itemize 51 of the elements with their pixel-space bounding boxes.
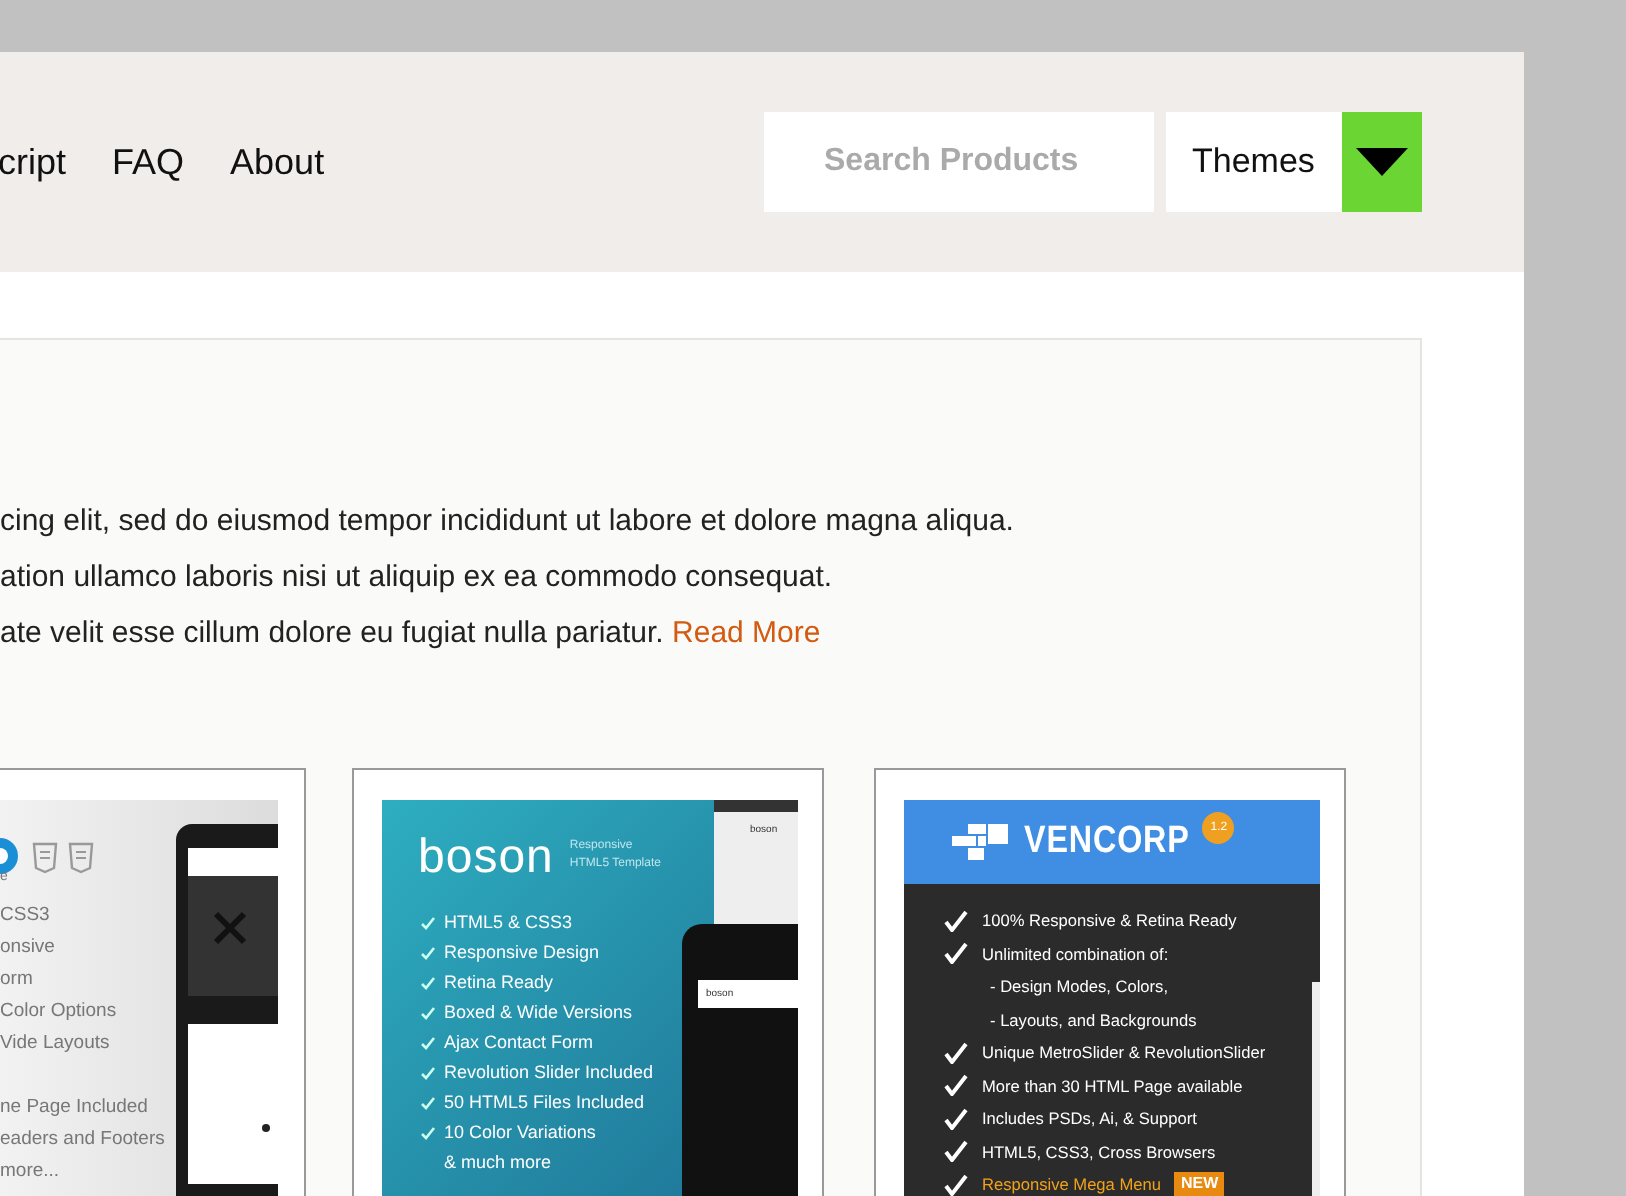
feature-text: HTML5, CSS3, Cross Browsers <box>982 1139 1216 1165</box>
check-icon <box>944 1140 968 1163</box>
feature-text: eaders and Footers <box>0 1126 167 1154</box>
feature-text: onsive <box>0 934 57 962</box>
feature-text: CSS3 <box>0 902 52 930</box>
feature-text: More than 30 HTML Page available <box>982 1073 1243 1100</box>
intro-text: cing elit, sed do eiusmod tempor incididunt ut labore et dolore magna aliqua. <box>0 502 1016 542</box>
feature-text: Revolution Slider Included <box>444 1060 654 1086</box>
check-icon <box>944 942 968 965</box>
feature-text: 100% Responsive & Retina Ready <box>982 908 1237 934</box>
feature-text: Unique MetroSlider & RevolutionSlider <box>982 1040 1266 1066</box>
check-icon <box>944 1173 968 1196</box>
product-card[interactable] <box>352 768 824 1196</box>
nav-link[interactable]: FAQ <box>112 141 185 183</box>
check-icon <box>944 1074 968 1097</box>
feature-text: Color Options <box>0 998 119 1026</box>
logo-text: VENCORP <box>1024 820 1190 864</box>
themes-dropdown[interactable]: Themes <box>1166 112 1422 212</box>
html-css-badges-icon <box>32 838 96 874</box>
feature-text: Ajax Contact Form <box>444 1030 594 1056</box>
feature-text: Unlimited combination of: <box>982 941 1169 967</box>
logo-icon <box>952 820 1012 864</box>
feature-text: Responsive Design <box>444 940 600 966</box>
dropdown-caret-icon <box>1356 148 1408 176</box>
feature-text: HTML5 & CSS3 <box>444 910 573 936</box>
feature-text: Boxed & Wide Versions <box>444 1000 633 1026</box>
feature-text: 50 HTML5 Files Included <box>444 1090 645 1116</box>
feature-text: Responsive Mega Menu <box>982 1172 1161 1196</box>
intro-text: ate velit esse cillum dolore eu fugiat nulla pariatur. Read More <box>0 614 823 654</box>
feature-text: more... <box>0 1158 62 1186</box>
search-field[interactable]: Search Products <box>764 112 1154 212</box>
check-icon <box>944 909 968 932</box>
feature-text: 10 Color Variations <box>444 1120 596 1146</box>
feature-text: Includes PSDs, Ai, & Support <box>982 1106 1197 1132</box>
feature-text: - Design Modes, Colors, <box>990 974 1168 1000</box>
nav-link[interactable]: cript <box>0 141 67 183</box>
feature-text: Retina Ready <box>444 970 554 996</box>
read-more-link[interactable]: Read More <box>672 616 821 650</box>
intro-text: ation ullamco laboris nisi ut aliquip ex ea commodo consequat. <box>0 558 835 598</box>
feature-text: orm <box>0 966 35 994</box>
logo-icon <box>0 836 20 876</box>
feature-text: - Layouts, and Backgrounds <box>990 1007 1197 1034</box>
feature-text: & much more <box>444 1150 552 1176</box>
new-badge: NEW <box>1174 1172 1225 1196</box>
logo-text: boson <box>418 832 554 884</box>
product-card[interactable] <box>874 768 1346 1196</box>
nav-link[interactable]: About <box>230 141 325 183</box>
feature-text: Vide Layouts <box>0 1030 112 1058</box>
check-icon <box>944 1107 968 1130</box>
check-icon <box>944 1041 968 1064</box>
feature-text: ne Page Included <box>0 1094 150 1122</box>
